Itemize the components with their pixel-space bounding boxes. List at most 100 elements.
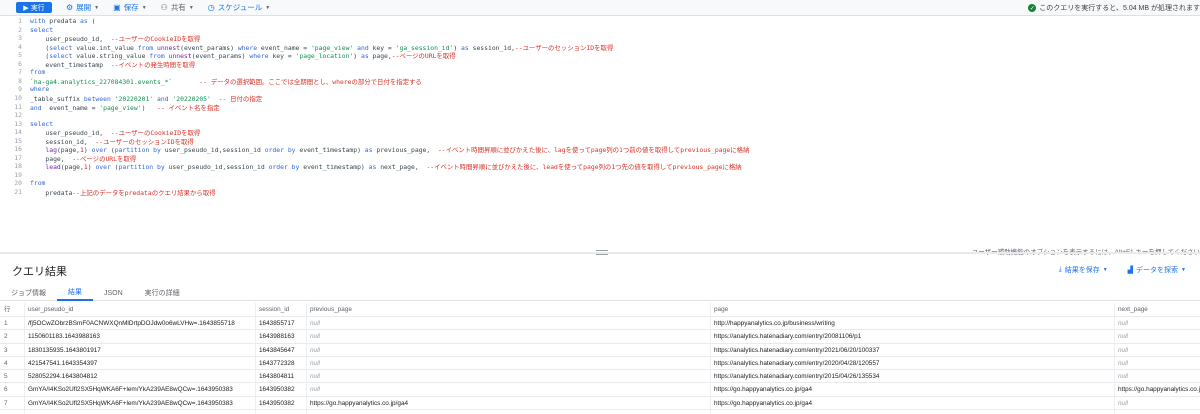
- previous-page-cell[interactable]: null: [310, 357, 710, 370]
- toolbar-schedule-button[interactable]: ◷ スケジュール ▼: [208, 2, 270, 13]
- previous-page-cell[interactable]: null: [310, 317, 710, 330]
- table-row: 3 1830135935.1643801917 1643845647 null http…: [0, 344, 1200, 357]
- code-line[interactable]: event_timestamp --イベントの発生時間を取得: [30, 60, 195, 69]
- code-token: order by: [264, 146, 296, 155]
- code-line[interactable]: from: [30, 68, 45, 76]
- explore-data-button[interactable]: ▟ データを探索 ▼: [1128, 265, 1186, 275]
- next-page-cell[interactable]: null: [1118, 370, 1200, 383]
- column-header-previous-page[interactable]: previous_page: [310, 303, 710, 316]
- save-results-button[interactable]: ⤓ 結果を保存 ▼: [1059, 265, 1108, 275]
- page-cell[interactable]: https://analytics.hatenadiary.com/entry/…: [714, 357, 1114, 370]
- row-number: 1: [4, 320, 8, 327]
- table-row: 5 528052294.1643804812 1643804811 null https…: [0, 370, 1200, 384]
- line-number: 10: [14, 93, 22, 102]
- code-comment: -- データの選択範囲。ここでは全期間とし、whereの部分で日付を指定する: [199, 77, 422, 86]
- previous-page-cell[interactable]: https://go.happyanalytics.co.jp/ga4: [310, 397, 710, 410]
- column-header-page[interactable]: page: [714, 303, 1114, 316]
- toolbar-save-button[interactable]: ▣ 保存 ▼: [113, 2, 147, 13]
- user-pseudo-id-cell[interactable]: /fj5OCwZObrzBSmF0ACNWXQnMlDrtpDOJdw0o6wL…: [28, 317, 254, 330]
- code-comment: --イベントの発生時間を取得: [110, 60, 196, 69]
- line-number: 19: [14, 170, 22, 179]
- line-number: 16: [14, 145, 22, 154]
- previous-page-cell[interactable]: null: [310, 383, 710, 396]
- accessibility-hint: ユーザー補助機能のオプションを表示するには、Alt+F1 キーを押してください: [972, 246, 1200, 256]
- column-header-user-pseudo-id[interactable]: user_pseudo_id: [28, 303, 254, 316]
- line-number: 15: [14, 136, 22, 145]
- next-page-cell[interactable]: null: [1118, 397, 1200, 410]
- code-line[interactable]: select: [30, 120, 53, 128]
- previous-page-cell[interactable]: null: [310, 370, 710, 383]
- user-pseudo-id-cell[interactable]: GmYA/I4KSo2Ufl2SX5HqWKA6F+lem/YkA239AE8w…: [28, 397, 254, 410]
- next-page-cell[interactable]: https://go.happyanalytics.co.jp/ga4: [1118, 383, 1200, 396]
- previous-page-cell[interactable]: null: [310, 344, 710, 357]
- sql-editor[interactable]: 1 2 3 4 5 6 7 8 9 10 11 12 13 14 15 16 17 18 19 20 21 with p…: [0, 16, 1200, 245]
- code-line[interactable]: with predata as (: [30, 17, 95, 25]
- column-header-row[interactable]: 行: [4, 303, 22, 316]
- run-button[interactable]: ▶ 実行: [16, 2, 52, 13]
- code-line[interactable]: and event_name = 'page_view') -- イベント名を指…: [30, 103, 220, 112]
- code-token: predata: [30, 189, 73, 197]
- toolbar-share-button[interactable]: ⚇ 共有 ▼: [161, 2, 194, 13]
- tab-job-info[interactable]: ジョブ情報: [0, 285, 57, 301]
- page-cell[interactable]: https://go.happyanalytics.co.jp/ga4: [714, 397, 1114, 410]
- tab-execution-details[interactable]: 実行の詳細: [134, 285, 191, 301]
- user-pseudo-id-cell[interactable]: 1150601183.1643988163: [28, 330, 254, 343]
- code-token: `ha-ga4.analytics_227084301.events_*`: [30, 77, 173, 86]
- tab-results[interactable]: 結果: [57, 285, 93, 301]
- page-cell[interactable]: https://analytics.hatenadiary.com/entry/…: [714, 370, 1114, 383]
- code-line[interactable]: lead(page,1) over (partition by user_pse…: [30, 162, 741, 172]
- code-token: key =: [268, 52, 296, 61]
- session-id-cell[interactable]: 1643855717: [259, 317, 307, 330]
- drag-handle-icon[interactable]: [596, 250, 608, 255]
- next-page-cell[interactable]: null: [1118, 317, 1200, 330]
- column-header-next-page[interactable]: next_page: [1118, 303, 1200, 316]
- code-token: where: [249, 52, 269, 61]
- caret-down-icon: ▼: [1181, 267, 1186, 273]
- line-number: 17: [14, 153, 22, 162]
- code-token: event_timestamp): [299, 163, 369, 172]
- toolbar-expand-button[interactable]: ⚙ 展開 ▼: [66, 2, 99, 13]
- page-cell[interactable]: https://go.happyanalytics.co.jp/ga4: [714, 383, 1114, 396]
- page-cell[interactable]: https://analytics.hatenadiary.com/entry/…: [714, 330, 1114, 343]
- session-id-cell[interactable]: 1643845647: [259, 344, 307, 357]
- session-id-cell[interactable]: 1643804811: [259, 370, 307, 383]
- tab-json[interactable]: JSON: [93, 285, 134, 301]
- code-token: as: [80, 17, 88, 25]
- next-page-cell[interactable]: null: [1118, 330, 1200, 343]
- code-comment: --ユーザーのセッションIDを取得: [514, 43, 614, 52]
- session-id-cell[interactable]: 1643772328: [259, 357, 307, 370]
- page-cell[interactable]: http://happyanalytics.co.jp/business/wri…: [714, 317, 1114, 330]
- code-line[interactable]: select: [30, 26, 53, 34]
- code-line[interactable]: where: [30, 85, 49, 93]
- page-cell[interactable]: https://analytics.hatenadiary.com/entry/…: [714, 344, 1114, 357]
- results-actions: ⤓ 結果を保存 ▼ ▟ データを探索 ▼: [1059, 265, 1186, 275]
- code-token: (page,: [60, 163, 84, 172]
- code-token: as: [461, 43, 469, 52]
- row-number: 5: [4, 373, 8, 381]
- code-line[interactable]: from: [30, 179, 45, 187]
- code-line[interactable]: lag(page,1) over (partition by user_pseu…: [30, 145, 749, 154]
- session-id-cell[interactable]: 1643988163: [259, 330, 307, 343]
- code-token: lead: [45, 163, 61, 172]
- user-pseudo-id-cell[interactable]: 1830135935.1643801917: [28, 344, 254, 357]
- code-line[interactable]: predata--上記のデータをpredataのクエリ結果から取得: [30, 188, 215, 197]
- caret-down-icon: ▼: [265, 4, 271, 11]
- previous-page-cell[interactable]: null: [310, 330, 710, 343]
- user-pseudo-id-cell[interactable]: GmYA/I4KSo2Ufl2SX5HqWKA6F+lem/YkA239AE8w…: [28, 383, 254, 396]
- code-line[interactable]: `ha-ga4.analytics_227084301.events_*` --…: [30, 77, 422, 86]
- share-label: 共有: [170, 3, 186, 12]
- next-page-cell[interactable]: null: [1118, 344, 1200, 357]
- code-token: previous_page,: [372, 146, 438, 155]
- column-header-session-id[interactable]: session_id: [259, 303, 307, 316]
- line-number: 20: [14, 179, 22, 188]
- session-id-cell[interactable]: 1643950382: [259, 397, 307, 410]
- session-id-cell[interactable]: 1643950382: [259, 383, 307, 396]
- caret-down-icon: ▼: [94, 4, 100, 11]
- next-page-cell[interactable]: null: [1118, 357, 1200, 370]
- code-token: ): [353, 52, 361, 61]
- user-pseudo-id-cell[interactable]: 421547541.1643354397: [28, 357, 254, 370]
- line-number: 6: [18, 59, 22, 68]
- line-number: 9: [18, 85, 22, 94]
- user-pseudo-id-cell[interactable]: 528052294.1643804812: [28, 370, 254, 383]
